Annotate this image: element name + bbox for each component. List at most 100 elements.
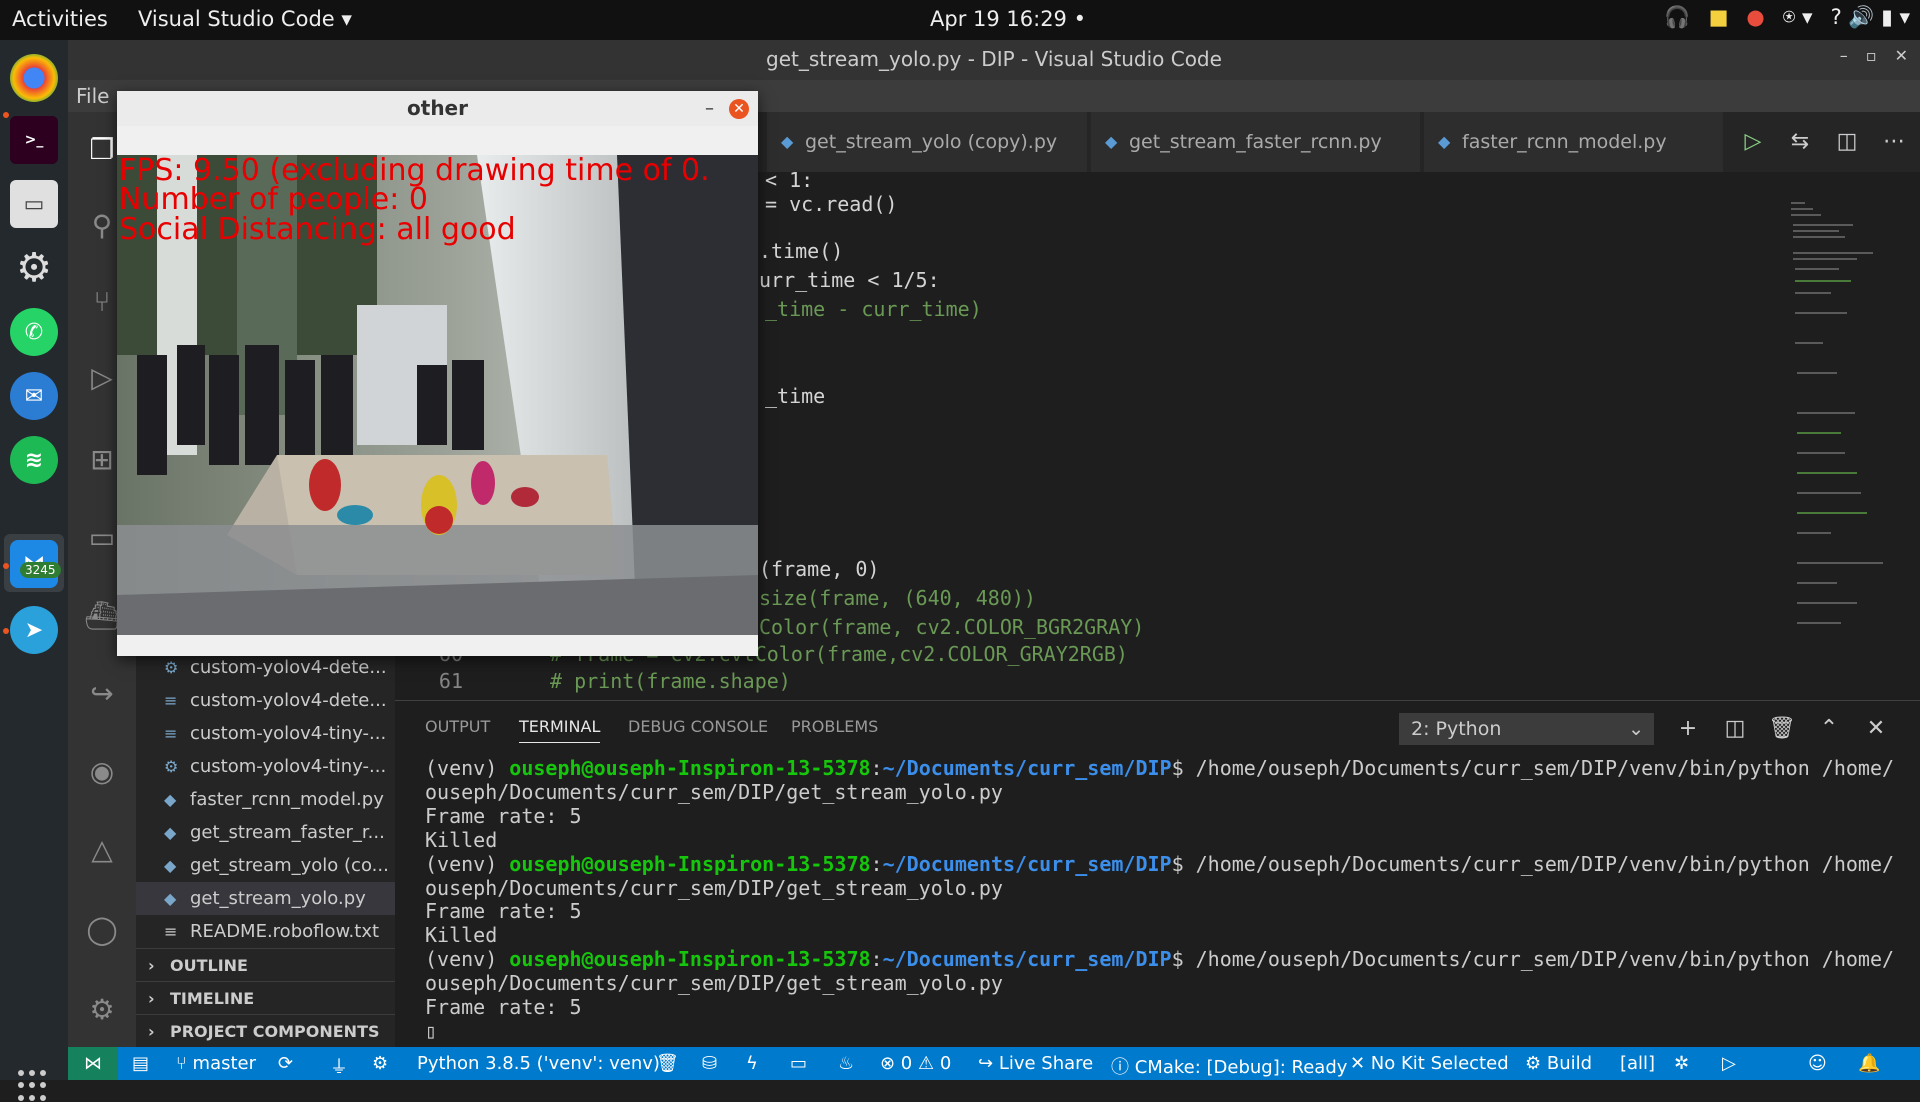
search-icon[interactable]: ⚲ bbox=[84, 208, 120, 244]
activities-button[interactable]: Activities bbox=[12, 7, 108, 31]
file-item[interactable]: ⚙ custom-yolov4-tiny-... bbox=[136, 750, 395, 783]
flame-icon[interactable]: ♨ bbox=[838, 1053, 854, 1074]
cmake-icon[interactable]: △ bbox=[84, 832, 120, 868]
terminal-line: Frame rate: 5 bbox=[425, 803, 582, 828]
app-grid-icon[interactable] bbox=[18, 1070, 50, 1102]
tray-icon-record[interactable]: ● bbox=[1746, 5, 1764, 30]
python-interpreter[interactable]: Python 3.8.5 ('venv': venv) bbox=[417, 1053, 660, 1074]
cmake-status[interactable]: ⓘ CMake: [Debug]: Ready bbox=[1111, 1053, 1347, 1079]
open-changes-icon[interactable]: ⇆ bbox=[1782, 112, 1818, 172]
tab-debug-console[interactable]: DEBUG CONSOLE bbox=[628, 717, 768, 736]
rss-icon[interactable]: ◉ bbox=[84, 754, 120, 790]
minimize-button[interactable]: – bbox=[1840, 46, 1848, 65]
minimap[interactable] bbox=[1785, 172, 1920, 700]
settings-icon[interactable]: ⚙ bbox=[10, 244, 58, 292]
terminal-icon[interactable]: >_ bbox=[10, 116, 58, 164]
split-terminal-icon[interactable]: ◫ bbox=[1719, 713, 1751, 745]
manage-gear-icon[interactable]: ⚙ bbox=[84, 992, 120, 1028]
code-line: Color(frame, cv2.COLOR_BGR2GRAY) bbox=[759, 615, 1145, 639]
opencv-preview-window[interactable]: other – ✕ FPS: 9.50 (excluding drawing t… bbox=[117, 91, 758, 656]
run-file-icon[interactable]: ▷ bbox=[1735, 112, 1771, 172]
file-item[interactable]: ◆ get_stream_faster_r... bbox=[136, 816, 395, 849]
tab-output[interactable]: OUTPUT bbox=[425, 717, 490, 736]
thunderbird-icon[interactable]: ✉ bbox=[10, 372, 58, 420]
maximize-button[interactable]: ▫ bbox=[1866, 46, 1877, 65]
settings-status-icon[interactable]: ⚙ bbox=[372, 1053, 388, 1074]
clock[interactable]: Apr 19 16:29 • bbox=[930, 7, 1086, 31]
prompt-command: $ /home/ouseph/Documents/curr_sem/DIP/ve… bbox=[1171, 947, 1895, 972]
new-terminal-icon[interactable]: + bbox=[1672, 713, 1704, 745]
build-button[interactable]: ⚙ Build bbox=[1525, 1053, 1592, 1074]
split-editor-icon[interactable]: ◫ bbox=[1829, 112, 1865, 172]
database-icon[interactable]: ⛁ bbox=[702, 1053, 717, 1074]
tab-get-stream-yolo-copy[interactable]: ◆ get_stream_yolo (copy).py bbox=[767, 112, 1088, 172]
file-item-selected[interactable]: ◆ get_stream_yolo.py bbox=[136, 882, 395, 915]
spotify-icon[interactable]: ≋ bbox=[10, 436, 58, 484]
whatsapp-icon[interactable]: ✆ bbox=[10, 308, 58, 356]
file-name: custom-yolov4-dete... bbox=[190, 690, 387, 711]
extensions-icon[interactable]: ⊞ bbox=[84, 442, 120, 478]
menu-file[interactable]: File bbox=[76, 84, 109, 108]
terminal-line: Killed bbox=[425, 827, 498, 852]
tab-terminal[interactable]: TERMINAL bbox=[519, 717, 601, 743]
explorer-status-icon[interactable]: ▤ bbox=[132, 1053, 149, 1074]
tray-icon-headset[interactable]: 🎧 bbox=[1664, 5, 1690, 30]
more-actions-icon[interactable]: ⋯ bbox=[1876, 112, 1912, 172]
trash-status-icon[interactable]: 🗑 bbox=[656, 1053, 679, 1074]
chrome-icon[interactable] bbox=[10, 54, 58, 102]
section-outline[interactable]: › OUTLINE bbox=[136, 948, 395, 981]
problems-status[interactable]: ⊗ 0 ⚠ 0 bbox=[880, 1053, 951, 1074]
explorer-icon[interactable]: ❐ bbox=[84, 132, 120, 168]
file-item[interactable]: ◆ get_stream_yolo (co... bbox=[136, 849, 395, 882]
lightning-icon[interactable]: ϟ bbox=[746, 1053, 758, 1074]
sync-icon[interactable]: ⟳ bbox=[278, 1053, 293, 1074]
remote-explorer-icon[interactable]: ▭ bbox=[84, 520, 120, 556]
file-item[interactable]: ≡ custom-yolov4-tiny-... bbox=[136, 717, 395, 750]
tab-label: faster_rcnn_model.py bbox=[1462, 131, 1667, 153]
app-menu[interactable]: Visual Studio Code ▾ bbox=[138, 7, 352, 31]
remote-indicator-icon[interactable]: ⋈ bbox=[68, 1047, 118, 1080]
accounts-icon[interactable]: ◯ bbox=[84, 912, 120, 948]
tab-faster-rcnn-model[interactable]: ◆ faster_rcnn_model.py bbox=[1424, 112, 1724, 172]
files-icon[interactable]: ▭ bbox=[10, 180, 58, 228]
feedback-icon[interactable]: ☺ bbox=[1808, 1053, 1827, 1074]
live-share-icon[interactable]: ↪ bbox=[84, 676, 120, 712]
telegram-icon[interactable]: ➤ bbox=[10, 606, 58, 654]
debug-bug-icon[interactable]: ✲ bbox=[1674, 1053, 1689, 1074]
section-project-components[interactable]: › PROJECT COMPONENTS bbox=[136, 1014, 395, 1047]
branch-status[interactable]: ⑂ master bbox=[176, 1053, 256, 1074]
file-item[interactable]: ≡ README.roboflow.txt bbox=[136, 915, 395, 948]
python-file-icon: ◆ bbox=[164, 889, 177, 908]
system-menu[interactable]: ? 🔊 ▮ ▾ bbox=[1831, 5, 1910, 30]
chevron-right-icon: › bbox=[148, 1022, 155, 1041]
close-panel-icon[interactable]: ✕ bbox=[1860, 713, 1892, 745]
file-item[interactable]: ≡ custom-yolov4-dete... bbox=[136, 684, 395, 717]
cmake-kit-status[interactable]: ✕ No Kit Selected bbox=[1350, 1053, 1509, 1074]
live-share-status[interactable]: ↪ Live Share bbox=[978, 1053, 1093, 1074]
section-timeline[interactable]: › TIMELINE bbox=[136, 981, 395, 1014]
preview-close-button[interactable]: ✕ bbox=[729, 99, 749, 119]
accessibility-icon[interactable]: ⍟ ▾ bbox=[1783, 5, 1813, 30]
launch-play-icon[interactable]: ▷ bbox=[1722, 1053, 1736, 1074]
monitor-icon[interactable]: ▭ bbox=[790, 1053, 807, 1074]
code-line: _time bbox=[765, 384, 826, 408]
tab-problems[interactable]: PROBLEMS bbox=[791, 717, 878, 736]
running-indicator bbox=[3, 563, 9, 569]
file-item[interactable]: ◆ faster_rcnn_model.py bbox=[136, 783, 395, 816]
tray-icon-notes[interactable]: ■ bbox=[1709, 5, 1729, 30]
docker-icon[interactable]: ⛴ bbox=[84, 598, 120, 634]
run-debug-icon[interactable]: ▷ bbox=[84, 360, 120, 396]
tab-get-stream-faster-rcnn[interactable]: ◆ get_stream_faster_rcnn.py bbox=[1091, 112, 1421, 172]
maximize-panel-icon[interactable]: ⌃ bbox=[1813, 713, 1845, 745]
notifications-bell-icon[interactable]: 🔔 bbox=[1858, 1053, 1880, 1074]
terminal-select[interactable]: 2: Python ⌄ bbox=[1399, 713, 1654, 745]
preview-minimize-button[interactable]: – bbox=[705, 91, 714, 126]
build-target[interactable]: [all] bbox=[1620, 1053, 1655, 1074]
plug-icon[interactable]: ⏚ bbox=[330, 1053, 348, 1079]
close-window-button[interactable]: ✕ bbox=[1895, 46, 1908, 65]
kill-terminal-icon[interactable]: 🗑 bbox=[1766, 713, 1798, 745]
source-control-icon[interactable]: ⑂ bbox=[84, 284, 120, 320]
file-name: faster_rcnn_model.py bbox=[190, 789, 384, 810]
running-indicator bbox=[3, 628, 9, 634]
terminal-output[interactable]: (venv) ouseph@ouseph-Inspiron-13-5378:~/… bbox=[425, 756, 1905, 1044]
